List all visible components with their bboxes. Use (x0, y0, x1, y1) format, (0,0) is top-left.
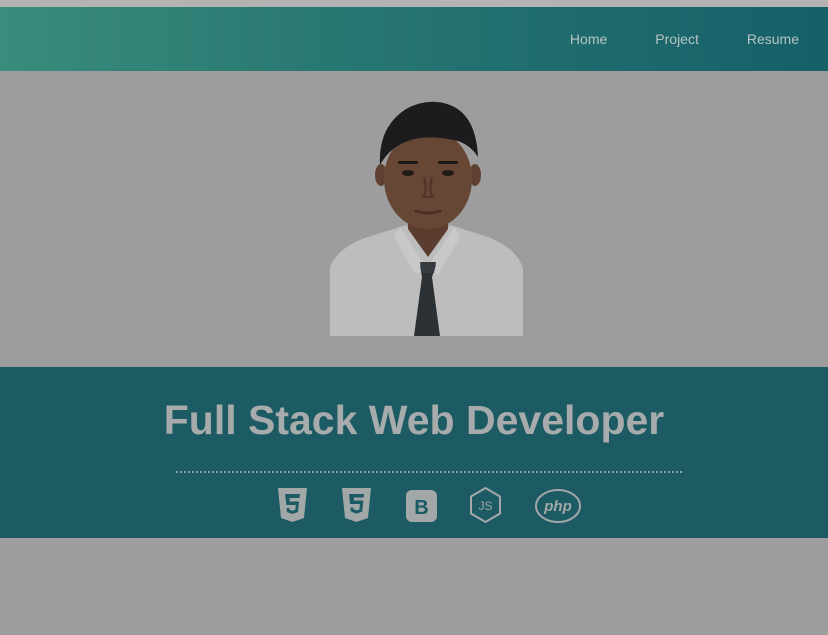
navbar: Home Project Resume (0, 7, 828, 71)
page-title: Full Stack Web Developer (163, 397, 665, 443)
nav-menu: Home Project Resume (522, 7, 799, 71)
tech-icons: B JS php (0, 487, 828, 527)
title-band: Full Stack Web Developer B JS php (0, 367, 828, 538)
svg-text:B: B (414, 497, 428, 519)
hero-section (0, 71, 828, 367)
dotted-divider (176, 471, 682, 473)
bottom-section (0, 538, 828, 635)
svg-text:JS: JS (478, 499, 492, 513)
svg-text:php: php (543, 498, 572, 515)
top-strip (0, 0, 828, 7)
bootstrap-icon: B (406, 490, 437, 522)
nav-project-link[interactable]: Project (655, 31, 699, 47)
php-icon: php (535, 489, 581, 523)
nodejs-icon: JS (470, 487, 501, 523)
profile-photo (328, 97, 525, 336)
nav-resume-link[interactable]: Resume (747, 31, 799, 47)
html5-icon (278, 488, 307, 522)
css3-icon (342, 488, 371, 522)
nav-home-link[interactable]: Home (570, 31, 607, 47)
